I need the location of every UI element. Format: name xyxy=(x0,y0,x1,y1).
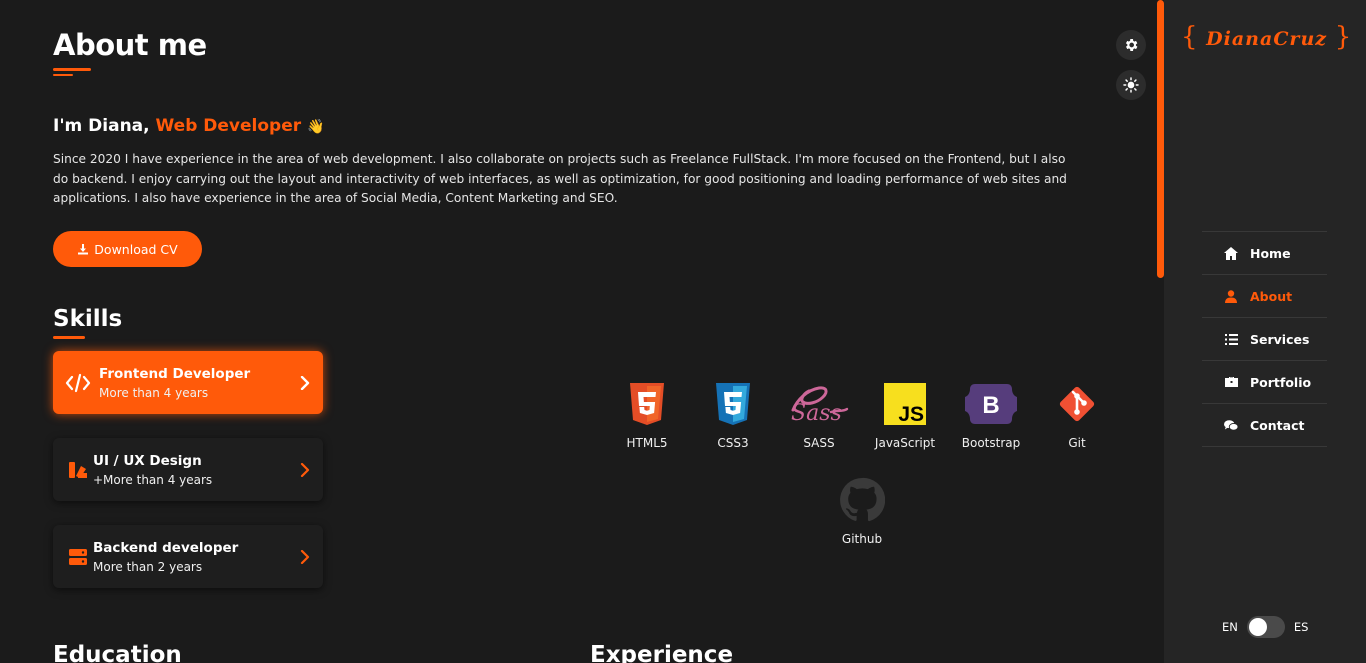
skill-title: UI / UX Design xyxy=(93,452,202,469)
sass-icon: Sass xyxy=(776,381,862,427)
html5-icon xyxy=(604,381,690,427)
chevron-right-icon xyxy=(287,549,323,564)
download-cv-button[interactable]: Download CV xyxy=(53,231,202,267)
brand-open-brace: { xyxy=(1181,22,1199,52)
tech-label: Git xyxy=(1068,436,1086,450)
chevron-right-icon xyxy=(287,375,323,390)
skill-card-backend[interactable]: Backend developer More than 2 years xyxy=(53,525,323,588)
skill-subtitle: +More than 4 years xyxy=(93,472,213,487)
settings-button[interactable] xyxy=(1116,30,1146,60)
chevron-right-icon xyxy=(287,462,323,477)
nav-item-about[interactable]: About xyxy=(1202,275,1327,318)
github-icon xyxy=(819,477,905,523)
tech-javascript: JS JavaScript xyxy=(862,381,948,450)
intro-role: Web Developer xyxy=(155,116,302,136)
bio-paragraph: Since 2020 I have experience in the area… xyxy=(53,152,1067,205)
tech-sass: Sass SASS xyxy=(776,381,862,450)
gear-icon xyxy=(1125,39,1138,51)
skill-card-uiux[interactable]: UI / UX Design +More than 4 years xyxy=(53,438,323,501)
brand-last-name: Cruz xyxy=(1273,28,1328,50)
brand-first-name: Diana xyxy=(1206,28,1274,50)
sun-icon xyxy=(1123,77,1139,93)
toggle-knob xyxy=(1248,618,1267,636)
language-toggle[interactable] xyxy=(1246,616,1285,638)
list-icon xyxy=(1224,333,1238,345)
nav-item-portfolio[interactable]: Portfolio xyxy=(1202,361,1327,404)
nav-label: Portfolio xyxy=(1250,374,1312,390)
nav-label: Home xyxy=(1250,245,1291,261)
title-underline-short xyxy=(53,74,73,76)
git-icon xyxy=(1034,381,1120,427)
theme-toggle-button[interactable] xyxy=(1116,70,1146,100)
nav-label: About xyxy=(1250,288,1293,304)
user-icon xyxy=(1224,289,1238,303)
home-icon xyxy=(1224,246,1238,260)
code-icon xyxy=(53,373,99,393)
skill-subtitle: More than 4 years xyxy=(99,385,209,400)
svg-text:JS: JS xyxy=(898,403,924,425)
skill-subtitle: More than 2 years xyxy=(93,559,203,574)
education-title: Education xyxy=(53,642,182,663)
tech-label: CSS3 xyxy=(717,436,749,450)
brand-logo[interactable]: { DianaCruz } xyxy=(1181,22,1352,52)
download-icon xyxy=(78,244,89,255)
chat-icon xyxy=(1224,419,1238,432)
brand-close-brace: } xyxy=(1334,22,1353,52)
bootstrap-icon: B xyxy=(948,381,1034,427)
tech-css3: CSS3 xyxy=(690,381,776,450)
page-title: About me xyxy=(53,28,207,62)
intro-greeting: I'm Diana, xyxy=(53,116,156,136)
tech-label: JavaScript xyxy=(874,436,936,450)
experience-title: Experience xyxy=(590,642,734,663)
nav-label: Services xyxy=(1250,331,1310,347)
nav-item-services[interactable]: Services xyxy=(1202,318,1327,361)
tech-bootstrap: B Bootstrap xyxy=(948,381,1034,450)
lang-es-label: ES xyxy=(1293,620,1309,634)
title-underline xyxy=(53,68,91,71)
tech-label: Bootstrap xyxy=(961,436,1021,450)
briefcase-icon xyxy=(1224,376,1238,388)
sidebar-nav: Home About Services Portfolio Contact xyxy=(1202,231,1327,447)
tech-github: Github xyxy=(819,477,905,546)
tech-label: Github xyxy=(841,532,883,546)
skill-title: Frontend Developer xyxy=(99,365,251,382)
tech-html5: HTML5 xyxy=(604,381,690,450)
intro-heading: I'm Diana, Web Developer 👋 xyxy=(53,116,325,136)
main-content: About me I'm Diana, Web Developer 👋 Sinc… xyxy=(0,0,1164,663)
skills-title: Skills xyxy=(53,306,123,332)
javascript-icon: JS xyxy=(862,381,948,427)
css3-icon xyxy=(690,381,776,427)
language-switch: EN ES xyxy=(1222,616,1308,638)
tech-label: HTML5 xyxy=(626,436,668,450)
svg-text:B: B xyxy=(982,392,999,419)
wave-emoji: 👋 xyxy=(307,119,325,135)
nav-item-home[interactable]: Home xyxy=(1202,232,1327,275)
download-cv-label: Download CV xyxy=(94,241,178,257)
skill-title: Backend developer xyxy=(93,539,239,556)
scrollbar-thumb[interactable] xyxy=(1157,0,1164,278)
lang-en-label: EN xyxy=(1222,620,1238,634)
skill-card-frontend[interactable]: Frontend Developer More than 4 years xyxy=(53,351,323,414)
tech-git: Git xyxy=(1034,381,1120,450)
svg-text:Sass: Sass xyxy=(791,401,842,426)
tech-label: SASS xyxy=(803,436,835,450)
nav-label: Contact xyxy=(1250,417,1305,433)
skills-underline xyxy=(53,336,85,339)
nav-item-contact[interactable]: Contact xyxy=(1202,404,1327,447)
